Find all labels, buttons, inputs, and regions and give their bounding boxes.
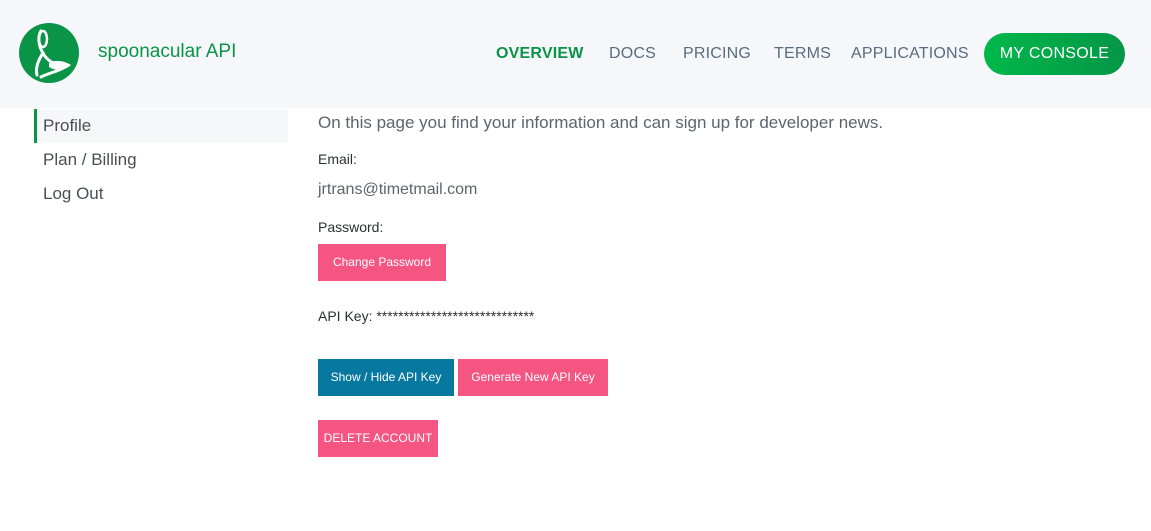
- nav-applications[interactable]: APPLICATIONS: [851, 44, 969, 64]
- api-key-label: API Key:: [318, 308, 373, 324]
- delete-account-button[interactable]: DELETE ACCOUNT: [318, 420, 438, 457]
- nav-terms[interactable]: TERMS: [774, 44, 831, 64]
- email-value: jrtrans@timetmail.com: [318, 181, 478, 198]
- api-key-row: API Key: *****************************: [318, 307, 534, 325]
- spoonacular-logo-icon[interactable]: [19, 23, 79, 83]
- profile-intro-text: On this page you find your information a…: [318, 113, 884, 132]
- sidebar-item-profile[interactable]: Profile: [43, 115, 91, 137]
- api-key-value: *****************************: [376, 308, 535, 324]
- generate-api-key-button[interactable]: Generate New API Key: [458, 359, 608, 396]
- nav-pricing[interactable]: PRICING: [683, 44, 751, 64]
- brand-title[interactable]: spoonacular API: [98, 41, 236, 63]
- change-password-button[interactable]: Change Password: [318, 244, 446, 281]
- nav-overview[interactable]: OVERVIEW: [496, 44, 584, 64]
- email-label: Email:: [318, 151, 357, 167]
- my-console-button[interactable]: MY CONSOLE: [984, 33, 1125, 75]
- nav-docs[interactable]: DOCS: [609, 44, 656, 64]
- show-hide-api-key-button[interactable]: Show / Hide API Key: [318, 359, 454, 396]
- password-label: Password:: [318, 219, 384, 235]
- top-header: spoonacular API OVERVIEW DOCS PRICING TE…: [0, 0, 1151, 108]
- sidebar-item-log-out[interactable]: Log Out: [43, 183, 104, 205]
- sidebar-item-plan-billing[interactable]: Plan / Billing: [43, 149, 137, 171]
